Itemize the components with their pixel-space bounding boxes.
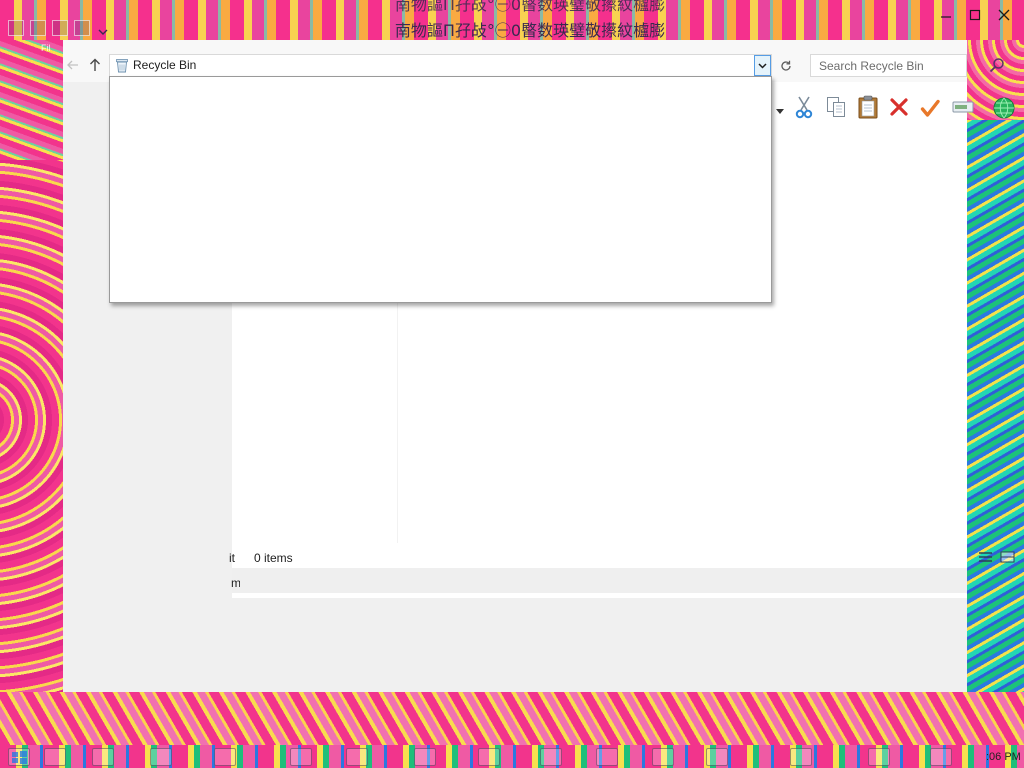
column-divider[interactable] — [397, 303, 398, 543]
lower-strip-line — [232, 593, 967, 598]
maximize-button[interactable] — [961, 2, 989, 28]
large-icons-view-button[interactable] — [1000, 551, 1015, 563]
large-icons-view-icon — [1000, 551, 1015, 563]
copy-button[interactable] — [826, 96, 846, 118]
magnifier-icon[interactable] — [989, 57, 1005, 73]
toolbar-dropdown-icon[interactable] — [776, 104, 784, 114]
taskbar-app-icon[interactable] — [414, 748, 436, 766]
lower-strip-fragment: m — [231, 576, 240, 590]
taskbar-app-icon[interactable] — [706, 748, 728, 766]
globe-icon — [993, 97, 1015, 119]
checkmark-icon — [920, 99, 940, 117]
taskbar-app-icon[interactable] — [930, 748, 952, 766]
taskbar-app-icon[interactable] — [92, 748, 114, 766]
refresh-icon — [781, 60, 791, 71]
taskbar-app-icon[interactable] — [478, 748, 500, 766]
copy-icon — [827, 97, 845, 117]
paste-icon — [858, 95, 878, 119]
back-button[interactable] — [66, 58, 80, 72]
qat-dropdown-icon[interactable] — [98, 25, 108, 35]
taskbar-app-icon[interactable] — [346, 748, 368, 766]
cut-button[interactable] — [795, 95, 813, 119]
quick-access-icon[interactable] — [74, 20, 90, 36]
up-arrow-icon — [90, 58, 100, 71]
new-folder-icon[interactable] — [52, 20, 68, 36]
taskbar-app-icon[interactable] — [44, 748, 66, 766]
window-title: 南物謳П孖敁°㊀0暋数瑛璧敬攃紋櫨膨 — [394, 21, 666, 39]
details-view-button[interactable] — [978, 551, 993, 563]
ribbon-file-tab-fragment[interactable]: Fil — [41, 43, 51, 53]
taskbar-app-icon[interactable] — [868, 748, 890, 766]
minimize-button[interactable] — [932, 2, 960, 28]
properties-icon[interactable] — [30, 20, 46, 36]
search-input[interactable]: Search Recycle Bin — [810, 54, 967, 77]
taskbar-clock[interactable]: :06 PM — [986, 751, 1024, 763]
lower-strip — [232, 568, 967, 593]
address-dropdown-list[interactable] — [109, 76, 772, 303]
taskbar-app-icon[interactable] — [596, 748, 618, 766]
paste-button[interactable] — [857, 95, 879, 119]
close-icon — [998, 9, 1010, 21]
right-glitch-band — [967, 40, 1024, 745]
bottom-glitch-band — [0, 692, 1024, 745]
details-view-icon — [979, 552, 992, 562]
network-button[interactable] — [992, 96, 1016, 120]
chevron-down-icon — [758, 62, 767, 69]
taskbar-app-icon[interactable] — [652, 748, 674, 766]
rename-icon — [952, 101, 974, 113]
close-button[interactable] — [990, 2, 1018, 28]
taskbar-app-icon[interactable] — [290, 748, 312, 766]
minimize-icon — [941, 16, 951, 18]
delete-icon — [890, 98, 908, 116]
address-bar[interactable] — [109, 54, 772, 77]
select-button[interactable] — [920, 98, 940, 118]
start-button[interactable] — [8, 748, 30, 766]
windows-logo-icon — [12, 751, 27, 764]
address-dropdown-button[interactable] — [754, 55, 771, 76]
app-icon[interactable] — [8, 20, 24, 36]
item-count: 0 items — [254, 551, 293, 565]
delete-button[interactable] — [889, 97, 909, 117]
taskbar-app-icon[interactable] — [214, 748, 236, 766]
left-glitch-band — [0, 40, 63, 160]
up-button[interactable] — [88, 57, 102, 73]
refresh-button[interactable] — [776, 55, 796, 76]
recycle-bin-icon — [115, 58, 129, 73]
window-title-ghost: 南物謳П孖敁°㊀0暋数瑛璧敬攃紋櫨膨 — [394, 0, 666, 13]
status-bar — [232, 545, 967, 568]
taskbar-app-icon[interactable] — [790, 748, 812, 766]
scissors-icon — [795, 96, 813, 119]
taskbar-app-icon[interactable] — [540, 748, 562, 766]
taskbar-app-icon[interactable] — [150, 748, 172, 766]
back-arrow-icon — [67, 60, 78, 70]
status-fragment: it — [229, 551, 235, 565]
address-location[interactable]: Recycle Bin — [133, 58, 196, 72]
rename-button[interactable] — [952, 100, 974, 114]
maximize-icon — [969, 9, 981, 21]
